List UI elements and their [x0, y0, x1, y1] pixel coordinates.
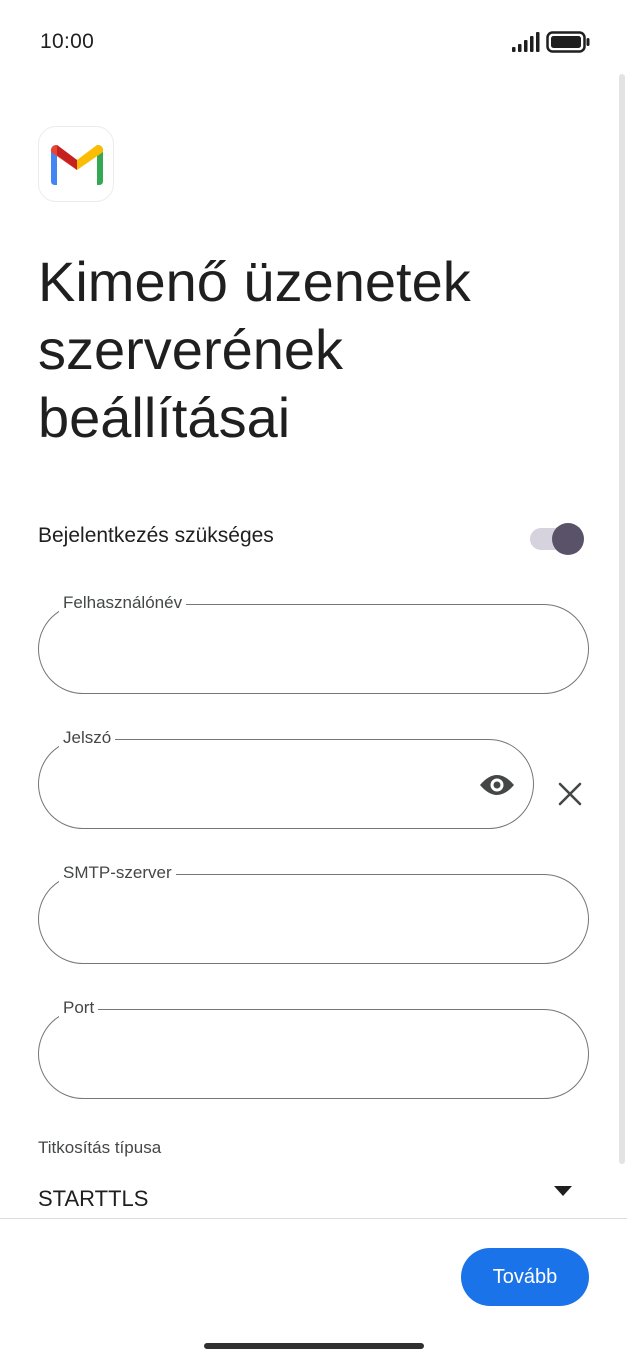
scrollbar[interactable] — [619, 74, 625, 1164]
home-indicator[interactable] — [204, 1343, 424, 1349]
port-input[interactable] — [63, 1038, 564, 1072]
next-button[interactable]: Tovább — [461, 1248, 589, 1306]
username-field[interactable]: Felhasználónév — [38, 593, 589, 694]
battery-full-icon — [546, 31, 590, 53]
username-label: Felhasználónév — [59, 593, 187, 613]
eye-icon[interactable] — [479, 771, 515, 799]
password-input[interactable] — [63, 768, 463, 802]
port-field[interactable]: Port — [38, 998, 589, 1099]
port-label: Port — [59, 998, 99, 1018]
smtp-server-input[interactable] — [63, 903, 564, 937]
signal-bars-icon — [512, 32, 540, 52]
smtp-server-label: SMTP-szerver — [59, 863, 176, 883]
username-input[interactable] — [63, 633, 564, 667]
toggle-thumb — [552, 523, 584, 555]
password-label: Jelszó — [59, 728, 116, 748]
bottom-divider — [0, 1218, 627, 1219]
status-bar: 10:00 — [0, 0, 627, 84]
encryption-type-label: Titkosítás típusa — [38, 1138, 162, 1157]
login-required-toggle[interactable] — [530, 523, 584, 555]
close-icon[interactable] — [558, 782, 582, 806]
encryption-type-select[interactable]: STARTTLS — [38, 1170, 578, 1214]
gmail-logo-icon — [38, 126, 114, 202]
page-title: Kimenő üzenetek szerverének beállításai — [38, 250, 471, 449]
status-time: 10:00 — [40, 30, 95, 53]
gmail-m-icon — [51, 145, 103, 185]
password-field[interactable]: Jelszó — [38, 728, 534, 829]
login-required-label: Bejelentkezés szükséges — [38, 524, 274, 547]
dropdown-arrow-icon — [554, 1186, 572, 1196]
encryption-type-value: STARTTLS — [38, 1186, 149, 1211]
smtp-server-field[interactable]: SMTP-szerver — [38, 863, 589, 964]
